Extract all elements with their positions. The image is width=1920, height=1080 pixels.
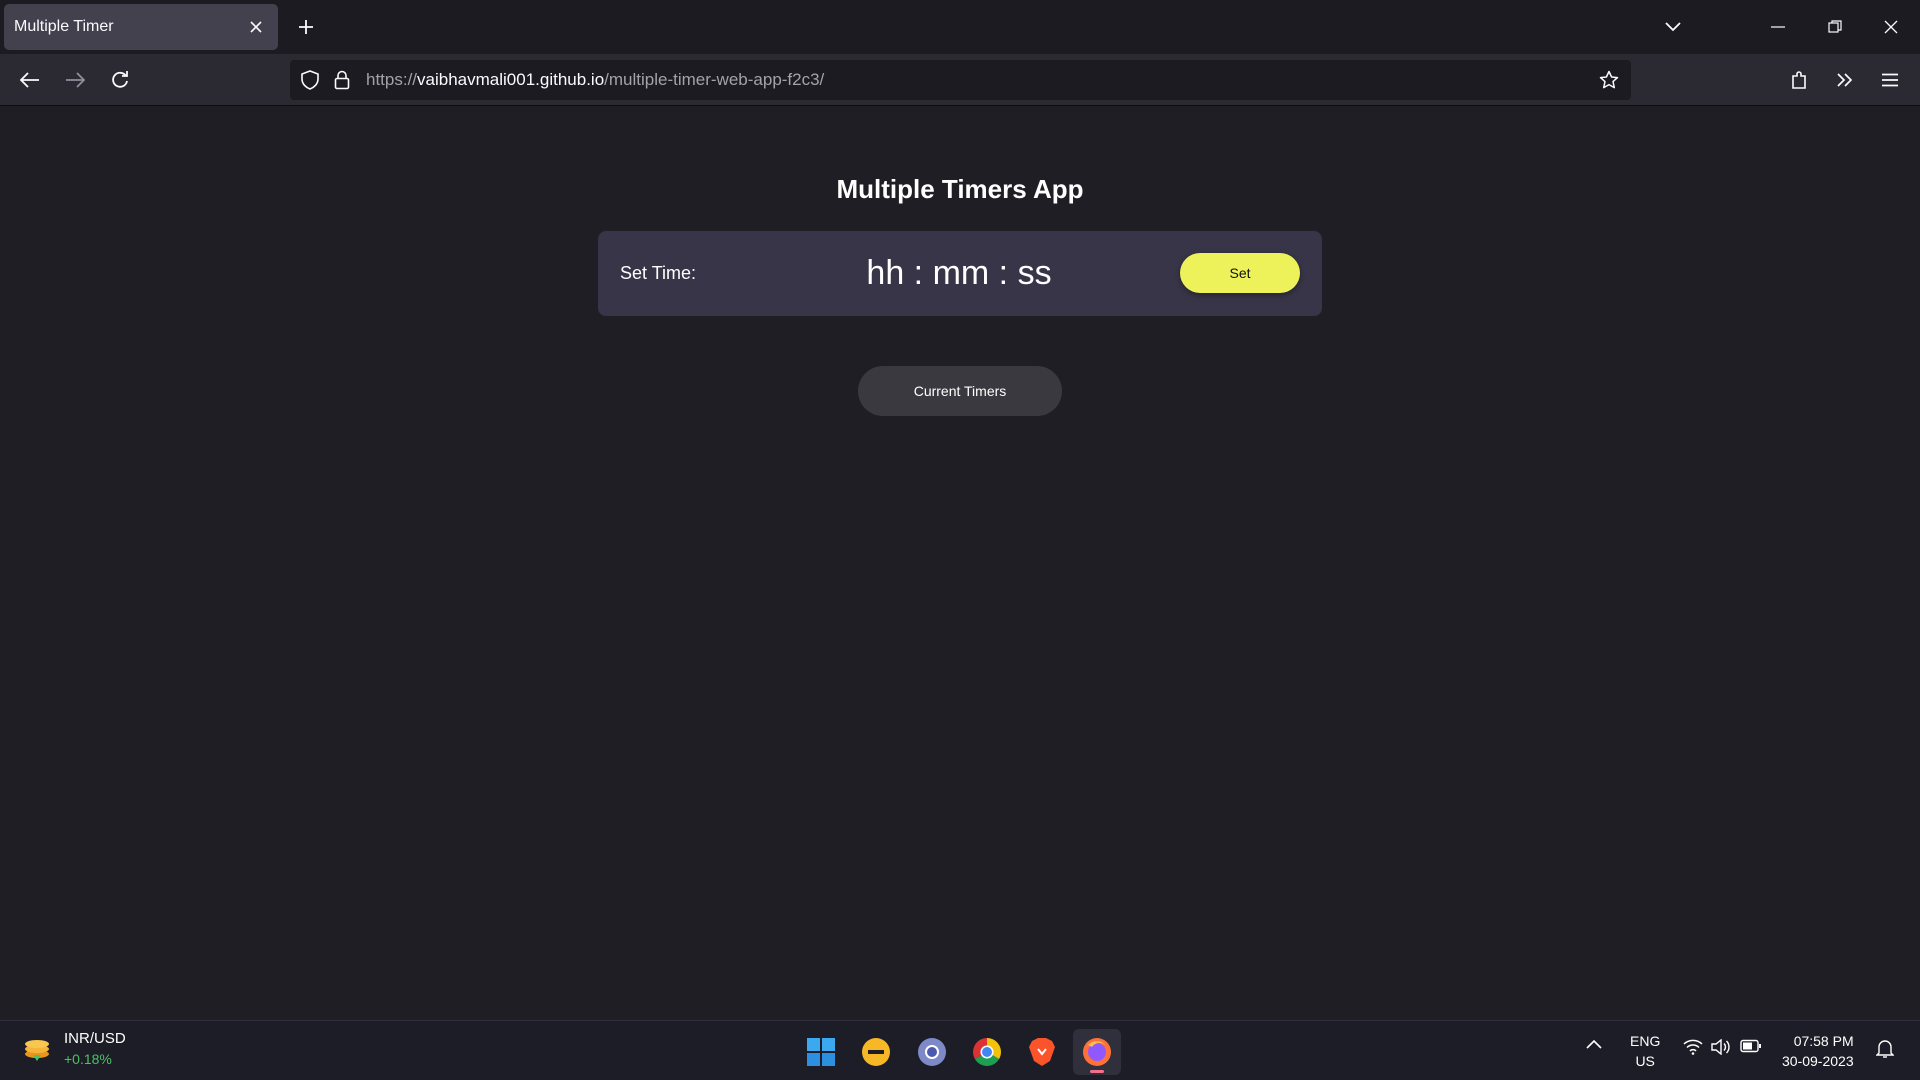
- file-explorer-icon[interactable]: [852, 1029, 900, 1075]
- clock-time: 07:58 PM: [1793, 1033, 1854, 1049]
- widget-title: INR/USD: [64, 1030, 126, 1047]
- back-icon[interactable]: [14, 64, 46, 96]
- tab-strip: Multiple Timer: [0, 0, 1920, 54]
- app-menu-icon[interactable]: [1874, 64, 1906, 96]
- language-line1: ENG: [1630, 1033, 1661, 1049]
- new-tab-icon[interactable]: [293, 14, 319, 40]
- list-all-tabs-icon[interactable]: [1660, 14, 1686, 40]
- page-content: Multiple Timers App Set Time: Set Curren…: [0, 106, 1920, 1020]
- start-menu-icon[interactable]: [797, 1029, 845, 1075]
- currency-widget[interactable]: INR/USD +0.18%: [22, 1029, 126, 1069]
- lock-icon[interactable]: [330, 68, 354, 92]
- coins-icon: [22, 1031, 54, 1068]
- language-line2: US: [1635, 1053, 1655, 1069]
- restore-icon[interactable]: [1820, 12, 1850, 42]
- current-timers-button[interactable]: Current Timers: [858, 366, 1062, 416]
- overflow-chevron-icon[interactable]: [1829, 64, 1861, 96]
- chrome-icon[interactable]: [963, 1029, 1011, 1075]
- chromium-icon[interactable]: [908, 1029, 956, 1075]
- close-window-icon[interactable]: [1876, 12, 1906, 42]
- bookmark-star-icon[interactable]: [1597, 68, 1621, 92]
- battery-icon[interactable]: [1740, 1039, 1762, 1053]
- minimize-icon[interactable]: [1763, 12, 1793, 42]
- url-text: https://vaibhavmali001.github.io/multipl…: [366, 70, 824, 90]
- clock-date: 30-09-2023: [1782, 1053, 1854, 1069]
- taskbar: INR/USD +0.18% ENG US 07:58 PM 30-09-202…: [0, 1020, 1920, 1080]
- volume-icon[interactable]: [1711, 1039, 1731, 1055]
- show-hidden-icons-chevron-icon[interactable]: [1586, 1039, 1602, 1049]
- widget-change: +0.18%: [64, 1051, 112, 1067]
- notifications-icon[interactable]: [1876, 1039, 1894, 1059]
- navigation-bar: https://vaibhavmali001.github.io/multipl…: [0, 54, 1920, 106]
- extensions-icon[interactable]: [1784, 64, 1816, 96]
- close-tab-icon[interactable]: [244, 15, 268, 39]
- tab-title: Multiple Timer: [14, 18, 114, 35]
- reload-icon[interactable]: [104, 64, 136, 96]
- wifi-icon[interactable]: [1683, 1039, 1703, 1055]
- url-scheme: https://: [366, 70, 418, 89]
- firefox-icon[interactable]: [1073, 1029, 1121, 1075]
- brave-icon[interactable]: [1018, 1029, 1066, 1075]
- language-indicator[interactable]: ENG US: [1630, 1031, 1660, 1071]
- tracking-protection-shield-icon[interactable]: [298, 68, 322, 92]
- set-button[interactable]: Set: [1180, 253, 1300, 293]
- url-host: vaibhavmali001.github.io: [417, 70, 605, 89]
- browser-window: Multiple Timer https://vaibhavmali001.gi…: [0, 0, 1920, 1020]
- set-timer-card: Set Time: Set: [598, 231, 1322, 316]
- system-clock[interactable]: 07:58 PM 30-09-2023: [1782, 1031, 1854, 1071]
- url-bar[interactable]: https://vaibhavmali001.github.io/multipl…: [290, 60, 1631, 100]
- set-time-label: Set Time:: [620, 263, 697, 283]
- page-title: Multiple Timers App: [836, 174, 1084, 204]
- url-path: /multiple-timer-web-app-f2c3/: [604, 70, 825, 89]
- forward-icon[interactable]: [59, 64, 91, 96]
- time-input[interactable]: [856, 251, 1062, 295]
- tab-multiple-timer[interactable]: Multiple Timer: [4, 4, 278, 50]
